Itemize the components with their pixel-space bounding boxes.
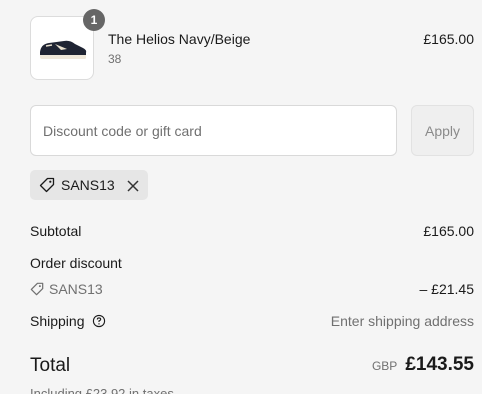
total-currency: GBP bbox=[371, 359, 398, 373]
discount-amount: – £21.45 bbox=[419, 281, 475, 297]
shoe-image bbox=[40, 40, 87, 59]
subtotal-row: Subtotal £165.00 bbox=[30, 223, 474, 239]
total-label: Total bbox=[30, 355, 71, 376]
shipping-row: Shipping Enter shipping address bbox=[30, 313, 474, 329]
applied-discount-chip: SANS13 bbox=[30, 170, 148, 200]
help-circle-icon[interactable] bbox=[92, 314, 106, 328]
product-thumbnail: 1 bbox=[30, 9, 105, 80]
apply-discount-button[interactable]: Apply bbox=[411, 105, 474, 156]
close-icon[interactable] bbox=[127, 179, 139, 192]
applied-discount-code: SANS13 bbox=[61, 177, 115, 193]
product-variant: 38 bbox=[108, 52, 122, 66]
product-name: The Helios Navy/Beige bbox=[108, 31, 251, 47]
total-amount-group: GBP £143.55 bbox=[372, 354, 474, 376]
cart-line-item: 1 The Helios Navy/Beige 38 £165.00 bbox=[30, 9, 474, 82]
order-discount-row: Order discount bbox=[30, 255, 474, 271]
discount-code-label: SANS13 bbox=[49, 281, 103, 297]
order-discount-label: Order discount bbox=[30, 255, 122, 271]
tag-icon bbox=[39, 177, 55, 193]
shipping-value: Enter shipping address bbox=[330, 313, 474, 329]
quantity-badge: 1 bbox=[83, 9, 105, 31]
taxes-note: Including £23.92 in taxes bbox=[30, 386, 174, 394]
subtotal-value: £165.00 bbox=[423, 223, 474, 239]
product-price: £165.00 bbox=[423, 31, 474, 47]
total-amount: £143.55 bbox=[405, 354, 474, 375]
discount-code-input[interactable] bbox=[30, 105, 397, 156]
subtotal-label: Subtotal bbox=[30, 223, 82, 239]
discount-code-line: SANS13 bbox=[30, 281, 103, 297]
shipping-label: Shipping bbox=[30, 313, 85, 329]
tag-icon bbox=[30, 282, 44, 296]
